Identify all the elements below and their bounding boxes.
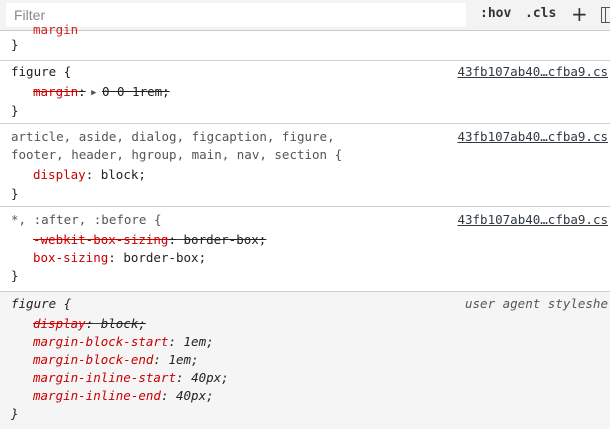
rule-selector[interactable]: article, aside, dialog, figcaption, figu… — [11, 128, 335, 146]
hover-state-button[interactable]: :hov — [480, 6, 511, 21]
rule-source-link[interactable]: 43fb107ab40…cfba9.cs — [457, 211, 608, 229]
colon: : — [78, 84, 86, 99]
rule-source-label: user agent styleshe — [465, 296, 608, 311]
property-value: block; — [100, 316, 146, 331]
rule-close-brace: } — [11, 406, 19, 421]
property-value: 40px; — [176, 388, 214, 403]
property-name: -webkit-box-sizing — [33, 232, 169, 247]
property-value: 0 0 1rem; — [101, 84, 170, 99]
property-name: display — [33, 167, 86, 182]
property-value: border-box; — [123, 250, 207, 265]
property-value: 40px; — [191, 370, 229, 385]
declaration: display: block; — [33, 315, 146, 333]
user-agent-style-rule: figure { user agent styleshe display: bl… — [0, 292, 610, 429]
property-name: margin-block-end — [33, 352, 154, 367]
declaration: margin-block-start: 1em; — [33, 333, 214, 351]
style-rule: article, aside, dialog, figcaption, figu… — [0, 124, 610, 207]
rule-selector[interactable]: *, :after, :before { — [11, 211, 162, 229]
colon: : — [176, 370, 184, 385]
new-rule-button[interactable]: + — [571, 2, 588, 26]
fragment-declaration: margin — [33, 22, 79, 37]
declaration[interactable]: box-sizing: border-box; — [33, 249, 206, 267]
declaration[interactable]: margin: ▶ 0 0 1rem; — [33, 83, 170, 101]
rule-close-brace: } — [11, 186, 19, 201]
colon: : — [85, 167, 94, 182]
colon: : — [108, 250, 116, 265]
rule-selector-continued[interactable]: footer, header, hgroup, main, nav, secti… — [11, 146, 342, 164]
property-value: 1em; — [183, 334, 214, 349]
rule-close-brace: } — [11, 268, 19, 283]
property-name: margin — [33, 84, 79, 99]
colon: : — [168, 334, 176, 349]
rule-close-brace: } — [11, 103, 19, 118]
property-name: margin-inline-start — [33, 370, 176, 385]
colon: : — [160, 388, 169, 403]
expand-triangle-icon[interactable]: ▶ — [86, 84, 102, 102]
colon: : — [153, 352, 161, 367]
declaration[interactable]: display: block; — [33, 166, 146, 184]
property-value: 1em; — [168, 352, 199, 367]
styles-toolbar: :hov .cls + — [0, 0, 610, 31]
declaration: margin-inline-end: 40px; — [33, 387, 214, 405]
rule-fragment: margin } — [0, 22, 610, 61]
property-value: border-box; — [183, 232, 267, 247]
rule-close-brace: } — [11, 37, 19, 52]
property-name: box-sizing — [33, 250, 109, 265]
style-rule: *, :after, :before { 43fb107ab40…cfba9.c… — [0, 207, 610, 292]
rule-selector: figure { — [11, 296, 72, 311]
property-name: margin-inline-end — [33, 388, 161, 403]
colon: : — [168, 232, 176, 247]
property-name: display — [33, 316, 86, 331]
property-name: margin-block-start — [33, 334, 169, 349]
declaration: margin-block-end: 1em; — [33, 351, 199, 369]
rule-source-link[interactable]: 43fb107ab40…cfba9.cs — [457, 63, 608, 81]
toggle-sidebar-icon[interactable] — [601, 7, 610, 23]
declaration[interactable]: -webkit-box-sizing: border-box; — [33, 231, 266, 249]
rule-selector[interactable]: figure { — [11, 63, 71, 81]
declaration: margin-inline-start: 40px; — [33, 369, 229, 387]
rule-source-link[interactable]: 43fb107ab40…cfba9.cs — [457, 128, 608, 146]
style-rule: figure { 43fb107ab40…cfba9.cs margin: ▶ … — [0, 61, 610, 124]
class-toggle-button[interactable]: .cls — [525, 6, 556, 21]
property-value: block; — [100, 167, 146, 182]
